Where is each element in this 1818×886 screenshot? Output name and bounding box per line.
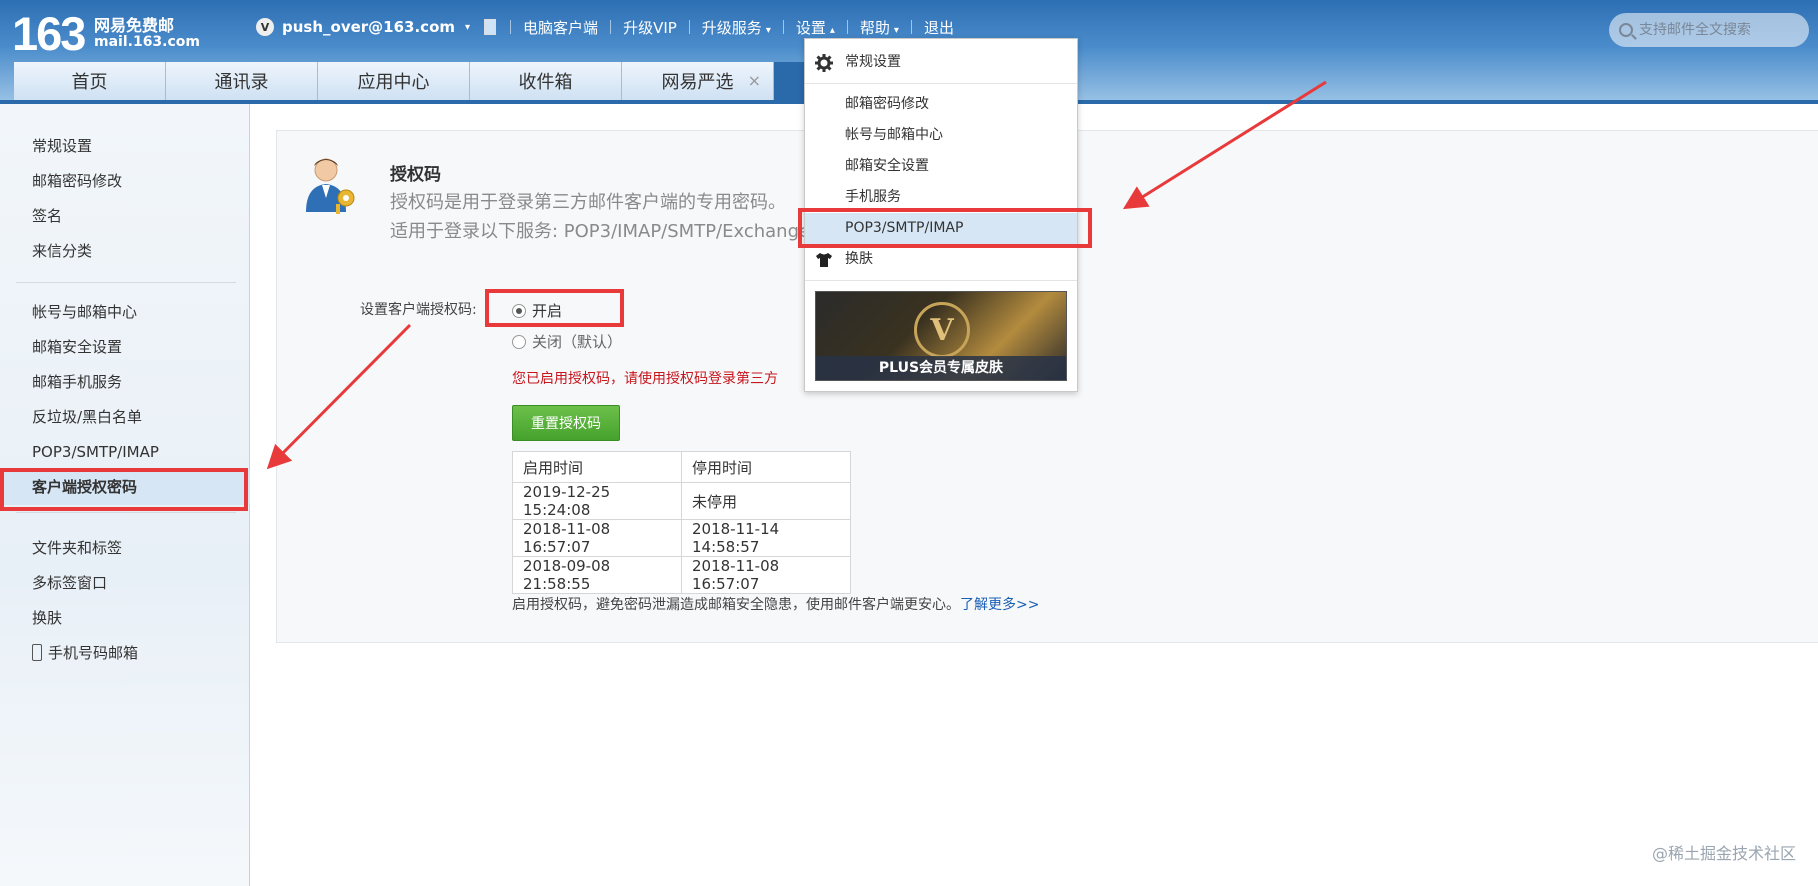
nav-help[interactable]: 帮助 ▾ <box>848 17 911 38</box>
menu-divider <box>805 280 1077 281</box>
radio-option-off[interactable]: 关闭 （默认） <box>512 331 622 352</box>
sidebar-item-signature[interactable]: 签名 <box>0 199 250 234</box>
menu-item-password[interactable]: 邮箱密码修改 <box>805 89 1077 120</box>
sidebar-item-account-center[interactable]: 帐号与邮箱中心 <box>0 295 250 330</box>
logo-number[interactable]: 163 <box>12 6 86 61</box>
auth-footnote: 启用授权码，避免密码泄漏造成邮箱安全隐患，使用邮件客户端更安心。了解更多>> <box>512 594 1039 614</box>
top-nav: V push_over@163.com ▾ 电脑客户端 升级VIP 升级服务 ▾ … <box>256 15 966 39</box>
table-cell: 2018-11-08 16:57:07 <box>512 519 682 557</box>
menu-item-general-label: 常规设置 <box>845 54 901 70</box>
promo-caption: PLUS会员专属皮肤 <box>816 356 1066 380</box>
plus-skin-promo-banner[interactable]: V PLUS会员专属皮肤 <box>815 291 1067 381</box>
highlight-box-pop3-menu <box>798 208 1092 248</box>
sidebar-item-general[interactable]: 常规设置 <box>0 129 250 164</box>
menu-item-general[interactable]: 常规设置 <box>805 47 1077 78</box>
search-icon[interactable] <box>1619 23 1633 37</box>
table-header-row: 启用时间 停用时间 <box>512 451 851 483</box>
table-cell: 2019-12-25 15:24:08 <box>512 482 682 520</box>
auth-enabled-notice: 您已启用授权码，请使用授权码登录第三方 <box>512 371 778 387</box>
table-header-disabled: 停用时间 <box>681 451 851 483</box>
sidebar-group-basic: 常规设置 邮箱密码修改 签名 来信分类 <box>0 129 250 269</box>
tab-yanxuan[interactable]: 网易严选 × <box>622 62 774 100</box>
chevron-down-icon: ▾ <box>893 24 899 36</box>
auth-footnote-text: 启用授权码，避免密码泄漏造成邮箱安全隐患，使用邮件客户端更安心。 <box>512 597 960 613</box>
menu-item-skin[interactable]: 换肤 <box>805 244 1077 275</box>
sidebar-item-security[interactable]: 邮箱安全设置 <box>0 330 250 365</box>
nav-upgrade-vip[interactable]: 升级VIP <box>611 17 689 38</box>
nav-settings[interactable]: 设置 ▴ <box>784 17 847 38</box>
logo-text: 网易免费邮 <box>94 16 175 35</box>
sidebar-item-folders[interactable]: 文件夹和标签 <box>0 531 250 566</box>
table-cell: 2018-11-08 16:57:07 <box>681 556 851 594</box>
chevron-down-icon[interactable]: ▾ <box>465 22 470 33</box>
auth-title: 授权码 <box>390 165 441 185</box>
auth-services: 适用于登录以下服务: POP3/IMAP/SMTP/Exchange <box>390 221 811 242</box>
chevron-down-icon: ▾ <box>765 24 771 36</box>
nav-desktop-client[interactable]: 电脑客户端 <box>511 17 610 38</box>
sidebar-item-phone-label: 手机号码邮箱 <box>48 644 139 662</box>
user-key-icon <box>306 158 355 214</box>
gear-icon <box>815 54 833 72</box>
menu-divider <box>805 83 1077 84</box>
radio-off-label: 关闭 <box>532 333 563 351</box>
sidebar-item-antispam[interactable]: 反垃圾/黑白名单 <box>0 400 250 435</box>
tab-contacts[interactable]: 通讯录 <box>166 62 318 100</box>
table-header-enabled: 启用时间 <box>512 451 682 483</box>
tab-yanxuan-label: 网易严选 <box>661 72 734 93</box>
tab-app-center[interactable]: 应用中心 <box>318 62 470 100</box>
table-row: 2018-09-08 21:58:55 2018-11-08 16:57:07 <box>512 556 851 594</box>
sidebar-divider <box>16 512 236 513</box>
sidebar-divider <box>16 282 236 283</box>
radio-off-default: （默认） <box>562 333 623 351</box>
close-icon[interactable]: × <box>748 71 761 90</box>
tab-bar: 首页 通讯录 应用中心 收件箱 网易严选 × <box>14 62 808 100</box>
tshirt-icon <box>816 253 832 267</box>
highlight-box-radio-on <box>485 289 624 327</box>
note-icon[interactable] <box>484 19 497 35</box>
watermark: @稀土掘金技术社区 <box>1651 844 1796 863</box>
table-cell: 2018-09-08 21:58:55 <box>512 556 682 594</box>
table-cell: 未停用 <box>681 482 851 520</box>
tab-home[interactable]: 首页 <box>14 62 166 100</box>
vip-badge-icon: V <box>914 302 970 358</box>
reset-auth-code-button[interactable]: 重置授权码 <box>512 405 620 441</box>
menu-item-security[interactable]: 邮箱安全设置 <box>805 151 1077 182</box>
nav-upgrade-service[interactable]: 升级服务 ▾ <box>690 17 783 38</box>
table-row: 2018-11-08 16:57:07 2018-11-14 14:58:57 <box>512 519 851 557</box>
nav-settings-label: 设置 <box>795 18 826 37</box>
radio-off-icon[interactable] <box>512 334 526 349</box>
sidebar-item-mobile-service[interactable]: 邮箱手机服务 <box>0 365 250 400</box>
menu-item-skin-label: 换肤 <box>845 251 873 267</box>
sidebar-item-password[interactable]: 邮箱密码修改 <box>0 164 250 199</box>
search-input[interactable] <box>1639 22 1799 38</box>
table-cell: 2018-11-14 14:58:57 <box>681 519 851 557</box>
logo-domain: mail.163.com <box>94 34 200 50</box>
nav-logout[interactable]: 退出 <box>912 17 966 38</box>
sidebar-item-phone-mailbox[interactable]: 手机号码邮箱 <box>0 636 250 671</box>
learn-more-link[interactable]: 了解更多>> <box>960 597 1039 613</box>
table-row: 2019-12-25 15:24:08 未停用 <box>512 482 851 520</box>
tab-settings-active[interactable] <box>774 62 808 100</box>
nav-help-label: 帮助 <box>859 18 890 37</box>
search-box[interactable] <box>1609 13 1809 47</box>
menu-item-account-center[interactable]: 帐号与邮箱中心 <box>805 120 1077 151</box>
sidebar-item-multi-tab[interactable]: 多标签窗口 <box>0 566 250 601</box>
auth-description: 授权码是用于登录第三方邮件客户端的专用密码。 <box>390 192 786 213</box>
sidebar-item-filters[interactable]: 来信分类 <box>0 234 250 269</box>
phone-icon <box>32 644 42 661</box>
sidebar-item-pop3[interactable]: POP3/SMTP/IMAP <box>0 435 250 470</box>
highlight-box-client-auth <box>0 468 248 511</box>
tab-inbox[interactable]: 收件箱 <box>470 62 622 100</box>
vip-badge-icon: V <box>256 18 274 36</box>
chevron-up-icon: ▴ <box>829 24 835 36</box>
sidebar-group-other: 文件夹和标签 多标签窗口 换肤 手机号码邮箱 <box>0 531 250 671</box>
sidebar-item-skin[interactable]: 换肤 <box>0 601 250 636</box>
nav-upgrade-service-label: 升级服务 <box>701 18 762 37</box>
account-name[interactable]: push_over@163.com <box>282 18 455 36</box>
auth-setting-label: 设置客户端授权码: <box>360 302 477 318</box>
auth-history-table: 启用时间 停用时间 2019-12-25 15:24:08 未停用 2018-1… <box>512 451 851 594</box>
